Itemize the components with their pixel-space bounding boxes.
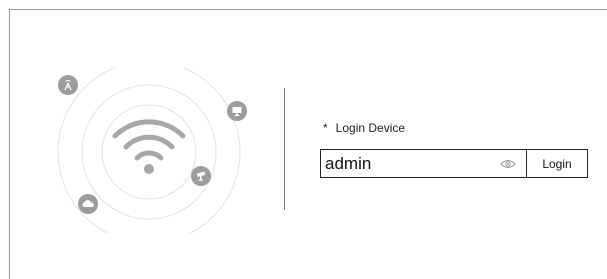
antenna-tower-icon <box>58 75 78 95</box>
camera-icon <box>191 166 211 186</box>
password-field-box <box>320 149 526 178</box>
monitor-icon <box>227 101 247 121</box>
device-network-illustration <box>55 68 247 233</box>
login-device-label: * Login Device <box>323 121 405 135</box>
password-input[interactable] <box>325 154 485 174</box>
vertical-divider <box>284 88 285 210</box>
eye-icon[interactable] <box>500 158 516 170</box>
login-device-text: Login Device <box>335 121 406 135</box>
login-button[interactable]: Login <box>526 149 588 178</box>
cloud-icon <box>78 194 98 214</box>
required-mark: * <box>323 121 328 135</box>
login-form: Login <box>320 149 588 178</box>
wifi-icon <box>112 119 186 174</box>
